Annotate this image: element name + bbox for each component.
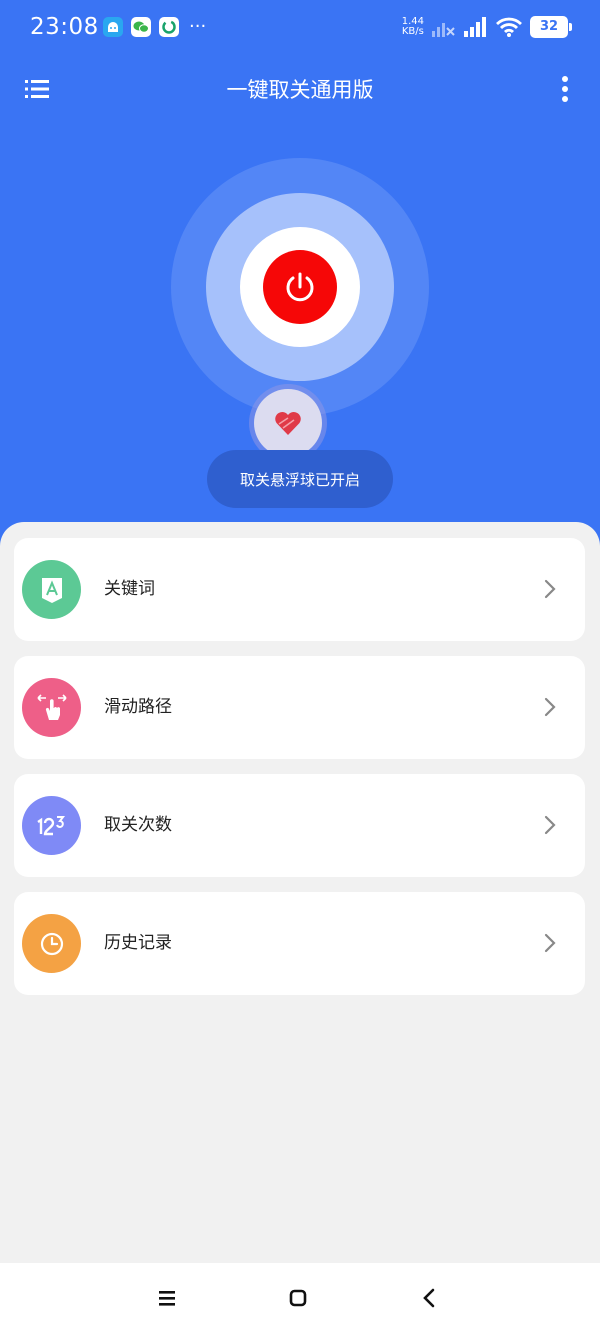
menu-item-unfollow-count[interactable]: 取关次数 bbox=[14, 774, 585, 877]
android-app-icon bbox=[103, 17, 123, 37]
home-square-icon bbox=[289, 1289, 307, 1307]
clock-icon bbox=[22, 914, 81, 973]
number-123-icon bbox=[22, 796, 81, 855]
more-notifications-icon: ··· bbox=[189, 16, 207, 37]
chevron-right-icon bbox=[544, 579, 556, 599]
menu-sheet: 关键词 滑动路径 取关次数 历史记录 bbox=[0, 522, 600, 1267]
hero-area: 23:08 ··· 1.44 KB/s 32 一键取关通用版 取关悬浮球已开启 bbox=[0, 0, 600, 560]
heart-icon bbox=[275, 411, 301, 435]
top-app-bar: 一键取关通用版 bbox=[0, 70, 600, 110]
swipe-hand-icon bbox=[22, 678, 81, 737]
status-bar: 23:08 ··· 1.44 KB/s 32 bbox=[0, 0, 600, 56]
chevron-right-icon bbox=[544, 815, 556, 835]
more-vertical-icon[interactable] bbox=[558, 74, 572, 104]
page-title: 一键取关通用版 bbox=[226, 78, 374, 102]
signal-1-icon bbox=[432, 23, 455, 37]
menu-item-keyword[interactable]: 关键词 bbox=[14, 538, 585, 641]
back-button[interactable] bbox=[414, 1283, 444, 1313]
recent-apps-button[interactable] bbox=[152, 1283, 182, 1313]
notification-icons: ··· bbox=[103, 17, 206, 37]
menu-lines-icon bbox=[159, 1291, 175, 1306]
menu-item-label: 取关次数 bbox=[104, 815, 172, 835]
menu-item-label: 历史记录 bbox=[104, 933, 172, 953]
floating-ball-button[interactable] bbox=[254, 389, 322, 457]
battery-icon: 32 bbox=[530, 16, 572, 38]
keyword-icon bbox=[22, 560, 81, 619]
menu-item-label: 关键词 bbox=[104, 579, 155, 599]
home-button[interactable] bbox=[283, 1283, 313, 1313]
menu-item-history[interactable]: 历史记录 bbox=[14, 892, 585, 995]
menu-item-label: 滑动路径 bbox=[104, 697, 172, 717]
sync-app-icon bbox=[159, 17, 179, 37]
menu-item-swipe-path[interactable]: 滑动路径 bbox=[14, 656, 585, 759]
floating-ball-toast: 取关悬浮球已开启 bbox=[207, 450, 393, 508]
status-time: 23:08 bbox=[30, 14, 99, 40]
system-nav-bar bbox=[0, 1263, 600, 1333]
net-speed: 1.44 KB/s bbox=[401, 16, 424, 37]
power-icon bbox=[286, 272, 314, 302]
back-chevron-icon bbox=[423, 1288, 435, 1308]
power-button[interactable] bbox=[263, 250, 337, 324]
wechat-icon bbox=[131, 17, 151, 37]
chevron-right-icon bbox=[544, 933, 556, 953]
wifi-icon bbox=[496, 17, 522, 37]
chevron-right-icon bbox=[544, 697, 556, 717]
signal-2-icon bbox=[464, 17, 486, 37]
status-right: 1.44 KB/s 32 bbox=[401, 16, 572, 38]
